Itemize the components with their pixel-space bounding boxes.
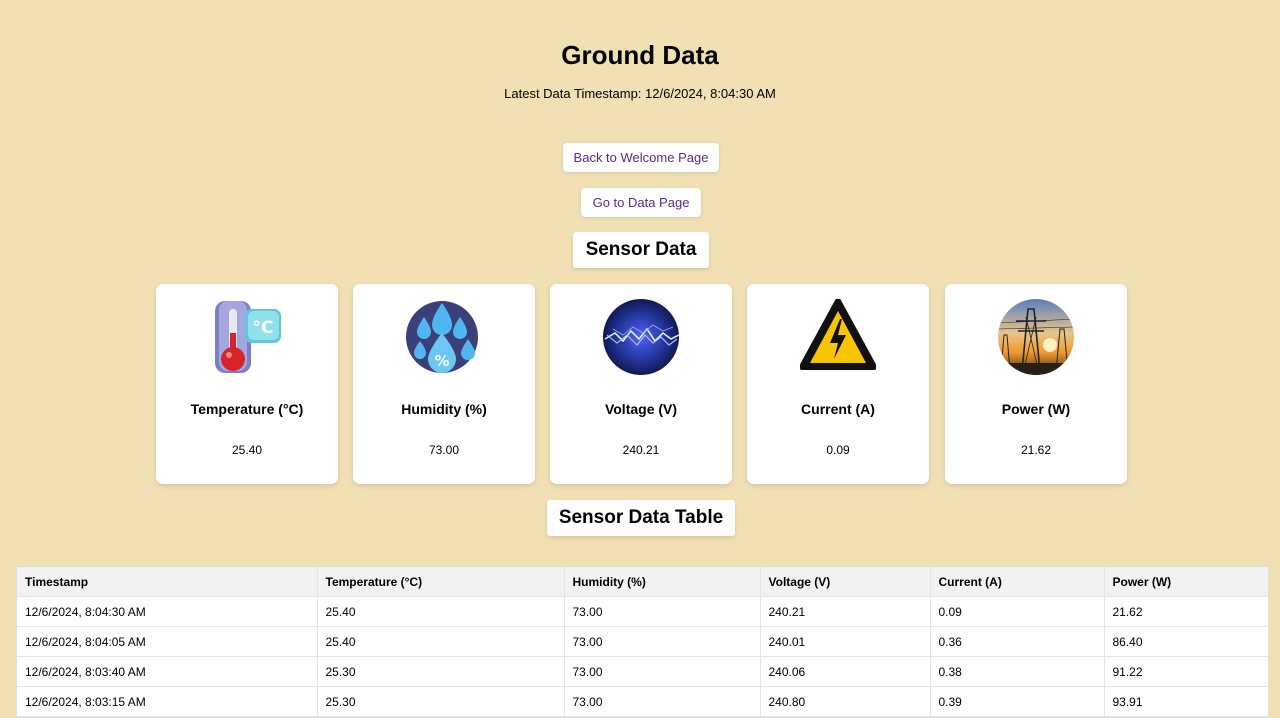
table-cell: 93.91 (1104, 686, 1268, 717)
high-voltage-warning-icon (800, 299, 876, 370)
power-card: Power (W) 21.62 (945, 284, 1127, 484)
voltage-value: 240.21 (622, 443, 660, 457)
column-header-current: Current (A) (930, 567, 1105, 597)
page-title: Ground Data (561, 40, 719, 70)
current-value: 0.09 (826, 443, 850, 457)
humidity-card: % Humidity (%) 73.00 (353, 284, 535, 484)
table-cell: 0.38 (930, 656, 1105, 687)
back-to-welcome-button[interactable]: Back to Welcome Page (563, 143, 719, 172)
table-cell: 25.40 (317, 626, 565, 657)
power-value: 21.62 (1020, 443, 1052, 457)
power-label: Power (W) (1001, 401, 1071, 417)
table-row: 12/6/2024, 8:04:30 AM 25.40 73.00 240.21… (17, 596, 1268, 627)
table-cell: 12/6/2024, 8:04:30 AM (17, 596, 318, 627)
column-header-humidity: Humidity (%) (564, 567, 761, 597)
table-cell: 0.09 (930, 596, 1105, 627)
table-cell: 25.40 (317, 596, 565, 627)
sensor-data-heading: Sensor Data (573, 232, 709, 268)
table-cell: 73.00 (564, 656, 761, 687)
table-cell: 73.00 (564, 626, 761, 657)
voltage-card: Voltage (V) 240.21 (550, 284, 732, 484)
table-header-row: Timestamp Temperature (°C) Humidity (%) … (17, 567, 1268, 597)
svg-text:°C: °C (253, 318, 274, 338)
table-cell: 240.21 (760, 596, 931, 627)
column-header-power: Power (W) (1104, 567, 1268, 597)
power-tower-icon (998, 299, 1074, 375)
table-cell: 25.30 (317, 686, 565, 717)
electric-arc-icon (603, 299, 679, 375)
sensor-table-heading: Sensor Data Table (547, 500, 735, 536)
table-cell: 86.40 (1104, 626, 1268, 657)
voltage-label: Voltage (V) (604, 401, 678, 417)
table-cell: 0.39 (930, 686, 1105, 717)
table-cell: 240.06 (760, 656, 931, 687)
go-to-data-button[interactable]: Go to Data Page (581, 188, 701, 217)
thermometer-icon: °C (215, 301, 281, 373)
table-row: 12/6/2024, 8:03:40 AM 25.30 73.00 240.06… (17, 656, 1268, 687)
table-cell: 25.30 (317, 656, 565, 687)
table-row: 12/6/2024, 8:04:05 AM 25.40 73.00 240.01… (17, 626, 1268, 657)
table-cell: 73.00 (564, 596, 761, 627)
table-row: 12/6/2024, 8:03:15 AM 25.30 73.00 240.80… (17, 686, 1268, 717)
table-cell: 12/6/2024, 8:03:40 AM (17, 656, 318, 687)
table-cell: 12/6/2024, 8:03:15 AM (17, 686, 318, 717)
current-label: Current (A) (801, 401, 875, 417)
temperature-value: 25.40 (231, 443, 263, 457)
table-cell: 73.00 (564, 686, 761, 717)
svg-text:%: % (434, 352, 449, 370)
humidity-value: 73.00 (428, 443, 460, 457)
latest-timestamp: Latest Data Timestamp: 12/6/2024, 8:04:3… (504, 86, 776, 101)
table-cell: 91.22 (1104, 656, 1268, 687)
temperature-card: °C Temperature (°C) 25.40 (156, 284, 338, 484)
column-header-temperature: Temperature (°C) (317, 567, 565, 597)
temperature-label: Temperature (°C) (190, 401, 304, 417)
humidity-label: Humidity (%) (401, 401, 487, 417)
current-card: Current (A) 0.09 (747, 284, 929, 484)
humidity-drops-icon: % (406, 301, 478, 373)
column-header-voltage: Voltage (V) (760, 567, 931, 597)
table-cell: 0.36 (930, 626, 1105, 657)
column-header-timestamp: Timestamp (17, 567, 318, 597)
table-cell: 21.62 (1104, 596, 1268, 627)
sensor-data-table: Timestamp Temperature (°C) Humidity (%) … (16, 566, 1269, 718)
table-cell: 12/6/2024, 8:04:05 AM (17, 626, 318, 657)
table-cell: 240.80 (760, 686, 931, 717)
table-cell: 240.01 (760, 626, 931, 657)
